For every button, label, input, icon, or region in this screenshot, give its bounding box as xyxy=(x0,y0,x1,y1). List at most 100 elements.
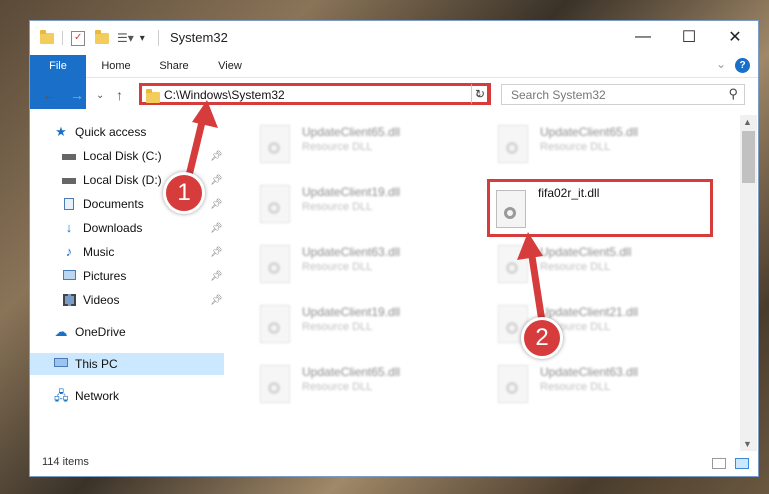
file-type: Resource DLL xyxy=(302,261,373,273)
file-name: UpdateClient19.dll xyxy=(302,305,401,319)
callout-badge-2: 2 xyxy=(521,317,563,359)
file-name: UpdateClient65.dll xyxy=(302,125,401,139)
help-icon[interactable]: ? xyxy=(735,58,750,73)
list-item[interactable]: UpdateClient21.dll Resource DLL xyxy=(488,299,703,353)
list-item[interactable]: UpdateClient63.dll Resource DLL xyxy=(250,239,465,293)
sidebar-item-pictures[interactable]: Pictures 📌︎ xyxy=(30,265,224,287)
search-placeholder: Search System32 xyxy=(511,88,606,102)
dll-file-icon xyxy=(260,185,290,223)
pin-icon: 📌︎ xyxy=(210,198,223,210)
file-type: Resource DLL xyxy=(540,381,611,393)
sidebar-item-network[interactable]: 🖧︎ Network xyxy=(30,385,224,407)
list-item[interactable]: UpdateClient19.dll Resource DLL xyxy=(250,179,465,233)
address-folder-icon xyxy=(146,89,160,103)
title-bar: ✓ ☰▾ ▾ System32 — ☐ ✕ xyxy=(30,21,758,55)
scroll-thumb[interactable] xyxy=(742,131,755,183)
file-type: Resource DLL xyxy=(302,141,373,153)
drive-icon xyxy=(62,150,76,162)
list-item[interactable]: UpdateClient65.dll Resource DLL xyxy=(250,119,465,173)
pictures-icon xyxy=(62,270,76,282)
recent-locations-icon[interactable]: ⌄ xyxy=(96,90,104,101)
toolbar-divider xyxy=(62,31,63,45)
quick-access-toolbar: ✓ ☰▾ ▾ xyxy=(40,29,145,47)
sidebar-item-downloads[interactable]: ↓ Downloads 📌︎ xyxy=(30,217,224,239)
file-type: Resource DLL xyxy=(302,321,373,333)
file-name: UpdateClient21.dll xyxy=(540,305,639,319)
scroll-down-icon[interactable]: ▼ xyxy=(743,439,752,449)
view-options-icon[interactable]: ☰▾ xyxy=(117,31,134,45)
search-icon[interactable]: ⚲ xyxy=(728,86,738,102)
dll-file-icon xyxy=(498,125,528,163)
maximize-button[interactable]: ☐ xyxy=(666,21,712,53)
file-type: Resource DLL xyxy=(302,201,373,213)
drive-icon xyxy=(62,174,76,186)
address-path[interactable]: C:\Windows\System32 xyxy=(164,88,285,102)
file-name: UpdateClient63.dll xyxy=(540,365,639,379)
file-list: UpdateClient65.dll Resource DLL UpdateCl… xyxy=(238,115,740,451)
list-item[interactable]: UpdateClient65.dll Resource DLL xyxy=(488,119,703,173)
navigation-pane: ★ Quick access Local Disk (C:) 📌︎ Local … xyxy=(30,115,224,451)
sidebar-item-label: Quick access xyxy=(75,125,147,139)
file-type: Resource DLL xyxy=(540,261,611,273)
large-icons-view-icon[interactable] xyxy=(735,458,749,469)
sidebar-item-onedrive[interactable]: ☁ OneDrive xyxy=(30,321,224,343)
pin-icon: 📌︎ xyxy=(210,222,223,234)
minimize-button[interactable]: — xyxy=(620,21,666,53)
sidebar-item-label: Music xyxy=(83,245,115,259)
list-item[interactable]: UpdateClient65.dll Resource DLL xyxy=(250,359,465,413)
search-input[interactable]: Search System32 ⚲ xyxy=(501,84,745,105)
file-type: Resource DLL xyxy=(302,381,373,393)
tab-view[interactable]: View xyxy=(202,55,258,77)
dll-file-icon xyxy=(260,365,290,403)
list-item[interactable]: UpdateClient63.dll Resource DLL xyxy=(488,359,703,413)
sidebar-item-label: Network xyxy=(75,389,120,403)
properties-icon[interactable]: ✓ xyxy=(71,30,85,46)
refresh-icon[interactable]: ↻ xyxy=(471,83,491,105)
address-row: ← → ⌄ ↑ C:\Windows\System32 ⌄ ↻ Search S… xyxy=(30,78,758,114)
sidebar-item-music[interactable]: ♪ Music 📌︎ xyxy=(30,241,224,263)
documents-icon xyxy=(62,198,76,210)
new-folder-icon[interactable] xyxy=(95,29,109,44)
dll-file-icon xyxy=(498,245,528,283)
status-bar: 114 items xyxy=(30,452,758,476)
sidebar-item-label: Videos xyxy=(83,293,120,307)
expand-ribbon-icon[interactable]: ⌄ xyxy=(716,57,726,71)
pin-icon: 📌︎ xyxy=(210,246,223,258)
scroll-up-icon[interactable]: ▲ xyxy=(743,117,752,127)
title-divider xyxy=(158,30,159,46)
file-name: UpdateClient63.dll xyxy=(302,245,401,259)
sidebar-item-label: Local Disk (C:) xyxy=(83,149,162,163)
up-icon[interactable]: ↑ xyxy=(116,87,123,103)
sidebar-item-label: Local Disk (D:) xyxy=(83,173,162,187)
explorer-window: ✓ ☰▾ ▾ System32 — ☐ ✕ File Home Share Vi… xyxy=(29,20,759,477)
sidebar-item-local-disk-c[interactable]: Local Disk (C:) 📌︎ xyxy=(30,145,224,167)
back-icon[interactable]: ← xyxy=(42,87,56,103)
sidebar-item-label: OneDrive xyxy=(75,325,126,339)
address-bar[interactable]: C:\Windows\System32 ⌄ xyxy=(139,83,490,105)
forward-icon[interactable]: → xyxy=(70,87,84,103)
sidebar-item-quick-access[interactable]: ★ Quick access xyxy=(30,121,224,143)
file-name: UpdateClient5.dll xyxy=(540,245,632,259)
customize-toolbar-icon[interactable]: ▾ xyxy=(140,33,145,44)
download-icon: ↓ xyxy=(65,220,73,235)
tab-home[interactable]: Home xyxy=(88,55,144,77)
tab-share[interactable]: Share xyxy=(146,55,202,77)
sidebar-item-videos[interactable]: Videos 📌︎ xyxy=(30,289,224,311)
details-view-icon[interactable] xyxy=(712,458,726,469)
highlighted-file-fifa02r-it[interactable]: fifa02r_it.dll xyxy=(487,179,713,237)
videos-icon xyxy=(62,294,76,306)
sidebar-item-this-pc[interactable]: This PC xyxy=(30,353,224,375)
list-item[interactable]: UpdateClient5.dll Resource DLL xyxy=(488,239,703,293)
file-name: UpdateClient65.dll xyxy=(540,125,639,139)
item-count: 114 items xyxy=(42,456,89,468)
sidebar-item-label: Documents xyxy=(83,197,144,211)
pin-icon: 📌︎ xyxy=(210,270,223,282)
vertical-scrollbar[interactable]: ▲ ▼ xyxy=(740,115,757,451)
dll-file-icon xyxy=(260,125,290,163)
list-item[interactable]: UpdateClient19.dll Resource DLL xyxy=(250,299,465,353)
folder-icon[interactable] xyxy=(40,29,54,44)
close-button[interactable]: ✕ xyxy=(712,21,758,53)
sidebar-item-label: Downloads xyxy=(83,221,143,235)
cloud-icon: ☁ xyxy=(54,324,68,339)
pin-icon: 📌︎ xyxy=(210,150,223,162)
